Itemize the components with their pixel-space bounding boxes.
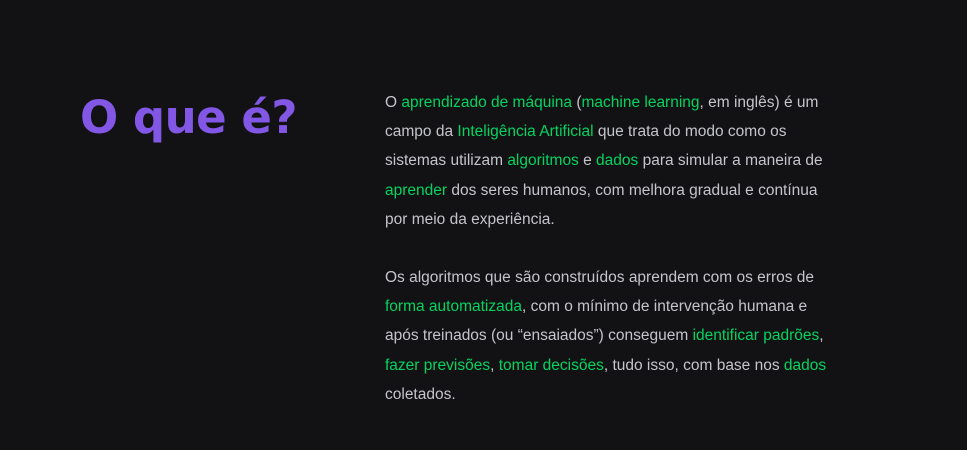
highlight-term: forma automatizada bbox=[385, 298, 522, 316]
paragraph-details: Os algoritmos que são construídos aprend… bbox=[385, 263, 835, 409]
highlight-term: dados bbox=[783, 356, 827, 374]
text-segment: , tudo isso, com base nos bbox=[603, 356, 784, 374]
paragraph-intro: O aprendizado de máquina (machine learni… bbox=[385, 88, 835, 234]
description: O aprendizado de máquina (machine learni… bbox=[385, 88, 835, 409]
text-segment: Os algoritmos que são construídos aprend… bbox=[385, 269, 815, 287]
highlight-term: dados bbox=[596, 152, 639, 170]
text-segment: , bbox=[490, 356, 499, 374]
highlight-term: machine learning bbox=[581, 94, 700, 111]
highlight-term: Inteligência Artificial bbox=[457, 123, 594, 141]
highlight-term: identificar padrões bbox=[692, 327, 820, 345]
highlight-term: algoritmos bbox=[507, 152, 579, 170]
highlight-term: tomar decisões bbox=[498, 356, 604, 374]
highlight-term: aprender bbox=[385, 181, 448, 199]
section-title: O que é? bbox=[80, 91, 297, 144]
text-segment: coletados. bbox=[385, 385, 456, 403]
text-segment: para simular a maneira de bbox=[638, 152, 823, 170]
text-segment: dos seres humanos, com melhora gradual e… bbox=[385, 181, 818, 228]
highlight-term: aprendizado de máquina bbox=[401, 94, 573, 111]
text-segment: , bbox=[819, 327, 824, 345]
page: O que é? O aprendizado de máquina (machi… bbox=[0, 0, 967, 450]
highlight-term: fazer previsões bbox=[385, 356, 491, 374]
text-segment: O bbox=[385, 94, 402, 111]
text-segment: e bbox=[578, 152, 597, 170]
